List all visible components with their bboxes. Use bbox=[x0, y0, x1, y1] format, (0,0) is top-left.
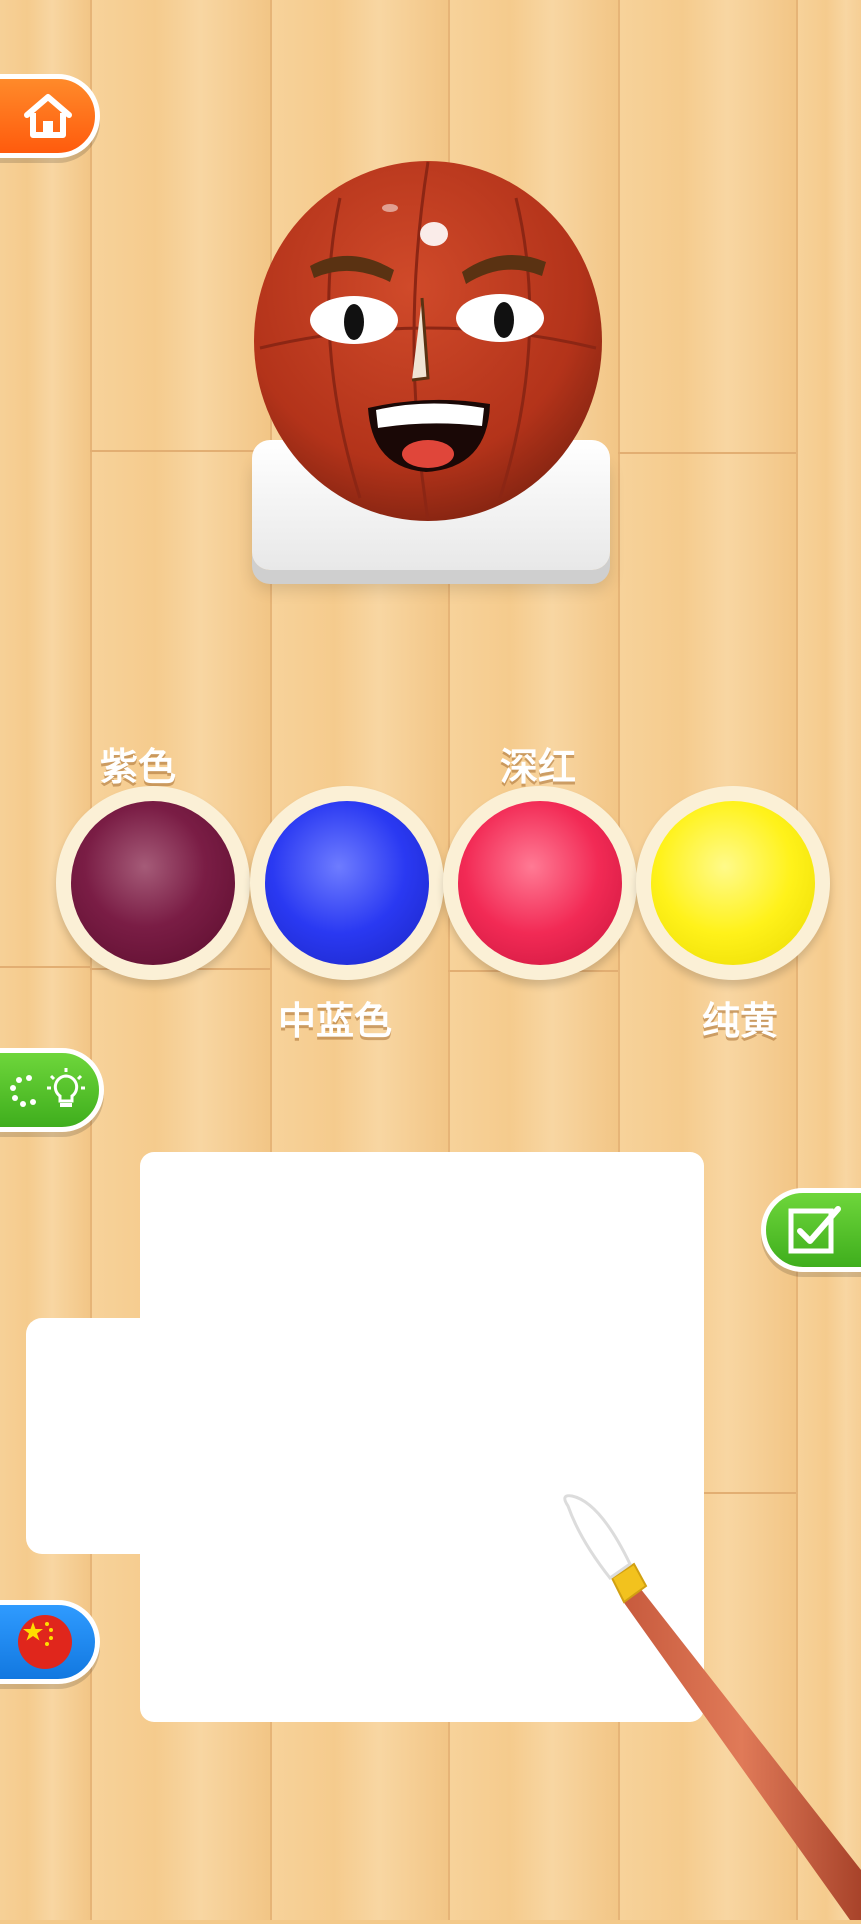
home-icon bbox=[24, 94, 72, 138]
paint-crimson bbox=[458, 801, 622, 965]
hint-button[interactable] bbox=[0, 1048, 104, 1132]
checkbox-check-icon bbox=[788, 1206, 841, 1254]
paint-well-medium-blue[interactable] bbox=[250, 786, 444, 980]
paint-medium-blue bbox=[265, 801, 429, 965]
color-label-pure-yellow: 纯黄 bbox=[702, 999, 779, 1043]
loading-ring-icon bbox=[10, 1075, 36, 1107]
china-flag-icon bbox=[18, 1615, 72, 1669]
color-label-medium-blue: 中蓝色 bbox=[278, 999, 393, 1043]
color-label-purple: 紫色 bbox=[100, 745, 177, 789]
basketball-face-model bbox=[250, 158, 606, 524]
paint-well-crimson[interactable] bbox=[443, 786, 637, 980]
paint-well-purple[interactable] bbox=[56, 786, 250, 980]
home-button[interactable] bbox=[0, 74, 100, 158]
done-button[interactable] bbox=[761, 1188, 861, 1272]
color-label-crimson: 深红 bbox=[500, 745, 577, 789]
paint-well-pure-yellow[interactable] bbox=[636, 786, 830, 980]
paintbrush[interactable] bbox=[560, 1490, 861, 1920]
language-button[interactable] bbox=[0, 1600, 100, 1684]
paint-pure-yellow bbox=[651, 801, 815, 965]
lightbulb-icon bbox=[47, 1068, 85, 1107]
paint-purple bbox=[71, 801, 235, 965]
